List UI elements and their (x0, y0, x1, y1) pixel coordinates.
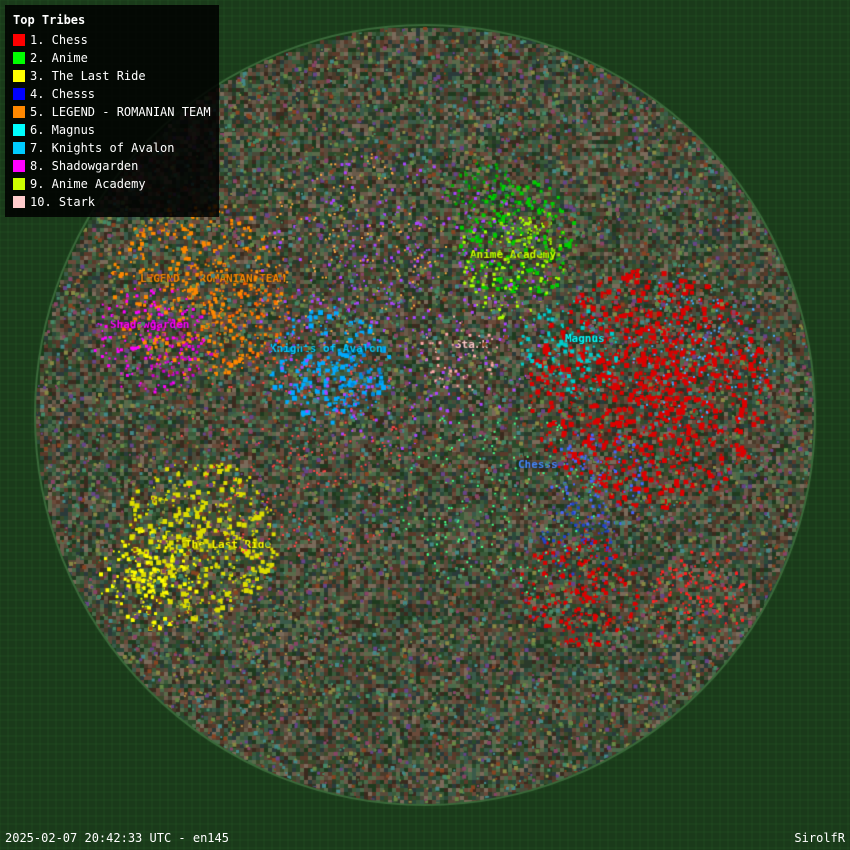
legend-color-2 (13, 52, 25, 64)
legend-color-4 (13, 88, 25, 100)
legend: Top Tribes 1. Chess2. Anime3. The Last Ri… (5, 5, 219, 217)
legend-item-2: 2. Anime (13, 49, 211, 67)
legend-item-7: 7. Knights of Avalon (13, 139, 211, 157)
legend-name-3: 3. The Last Ride (30, 67, 146, 85)
legend-item-9: 9. Anime Academy (13, 175, 211, 193)
legend-color-3 (13, 70, 25, 82)
legend-color-7 (13, 142, 25, 154)
legend-color-6 (13, 124, 25, 136)
legend-item-3: 3. The Last Ride (13, 67, 211, 85)
legend-name-9: 9. Anime Academy (30, 175, 146, 193)
legend-item-6: 6. Magnus (13, 121, 211, 139)
legend-color-9 (13, 178, 25, 190)
legend-name-6: 6. Magnus (30, 121, 95, 139)
legend-color-5 (13, 106, 25, 118)
legend-name-7: 7. Knights of Avalon (30, 139, 175, 157)
map-container: Top Tribes 1. Chess2. Anime3. The Last Ri… (0, 0, 850, 850)
legend-item-5: 5. LEGEND - ROMANIAN TEAM (13, 103, 211, 121)
legend-item-10: 10. Stark (13, 193, 211, 211)
legend-name-2: 2. Anime (30, 49, 88, 67)
author-label: SirolfR (794, 831, 845, 845)
legend-color-10 (13, 196, 25, 208)
timestamp-label: 2025-02-07 20:42:33 UTC - en145 (5, 831, 229, 845)
legend-name-5: 5. LEGEND - ROMANIAN TEAM (30, 103, 211, 121)
legend-name-1: 1. Chess (30, 31, 88, 49)
legend-header: Top Tribes (13, 11, 211, 29)
legend-name-8: 8. Shadowgarden (30, 157, 138, 175)
legend-color-8 (13, 160, 25, 172)
legend-name-10: 10. Stark (30, 193, 95, 211)
legend-item-1: 1. Chess (13, 31, 211, 49)
legend-item-4: 4. Chesss (13, 85, 211, 103)
legend-color-1 (13, 34, 25, 46)
legend-name-4: 4. Chesss (30, 85, 95, 103)
legend-item-8: 8. Shadowgarden (13, 157, 211, 175)
